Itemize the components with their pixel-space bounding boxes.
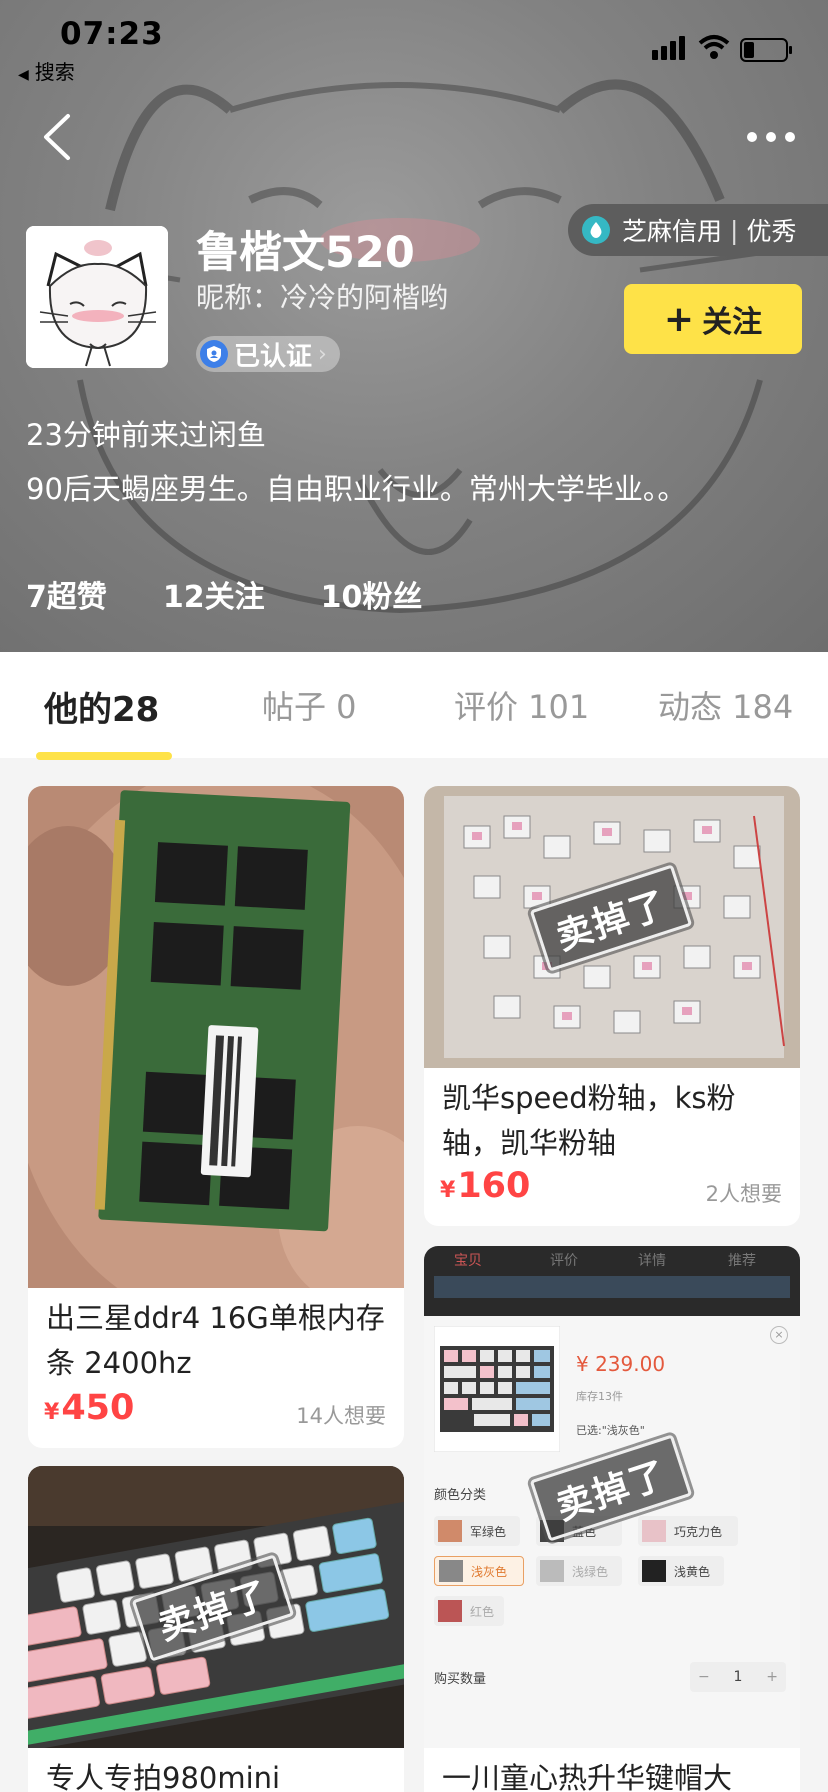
- back-app-label: 搜索: [34, 60, 75, 84]
- verified-label: 已认证: [234, 341, 313, 372]
- screenshot-color-option: 巧克力色: [638, 1516, 738, 1546]
- screenshot-qty-stepper: −1 +: [690, 1662, 786, 1692]
- screenshot-color-option: 浅黄色: [638, 1556, 724, 1586]
- nickname: 昵称：冷冷的阿楷哟: [196, 281, 449, 314]
- currency-symbol: ¥: [440, 1178, 456, 1203]
- tab-reviews[interactable]: 评价 101: [454, 682, 589, 728]
- screenshot-color-option: 军绿色: [434, 1516, 520, 1546]
- item-card-keycaps[interactable]: 宝贝 评价 详情 推荐 ¥ 239.00 库存13件 已选:"浅灰色" × 颜色…: [424, 1246, 800, 1792]
- item-image-ram: [28, 786, 404, 1288]
- screenshot-selected: 已选:"浅灰色": [576, 1424, 645, 1437]
- screenshot-tab: 宝贝: [454, 1253, 482, 1269]
- sesame-credit-icon: [582, 216, 610, 244]
- credit-label: 芝麻信用: [622, 217, 723, 246]
- wifi-icon: [698, 35, 730, 59]
- screenshot-price: ¥ 239.00: [576, 1352, 666, 1376]
- profile-header: 07:23 ◀ 搜索 鲁楷文520 昵称：冷冷的阿楷哟 已认证 › 芝麻信用 |…: [0, 0, 828, 652]
- item-title: 凯华speed粉轴，ks粉轴，凯华粉轴: [442, 1081, 736, 1160]
- item-wants: 2人想要: [705, 1182, 782, 1206]
- credit-level: 优秀: [746, 217, 797, 246]
- item-wants: 14人想要: [296, 1404, 386, 1428]
- plus-icon: +: [663, 298, 695, 340]
- close-icon: ×: [770, 1326, 788, 1344]
- item-card-ram[interactable]: 出三星ddr4 16G单根内存条 2400hz ¥450 14人想要: [28, 786, 404, 1448]
- cat-avatar-image: [26, 226, 168, 368]
- verified-shield-icon: [200, 340, 228, 368]
- screenshot-qty-label: 购买数量: [434, 1672, 487, 1687]
- username: 鲁楷文520: [196, 228, 415, 278]
- item-title: 专人专拍980mini: [46, 1761, 281, 1792]
- item-card-keyboard[interactable]: 卖掉了 专人专拍980mini: [28, 1466, 404, 1792]
- last-seen-text: 23分钟前来过闲鱼: [26, 418, 266, 452]
- price-value: 450: [61, 1388, 135, 1428]
- profile-tabs: 他的28 帖子 0 评价 101 动态 184: [0, 652, 828, 760]
- item-card-switches[interactable]: 卖掉了 凯华speed粉轴，ks粉轴，凯华粉轴 ¥160 2人想要: [424, 786, 800, 1226]
- screenshot-color-option: 红色: [434, 1596, 504, 1626]
- back-arrow-icon[interactable]: [40, 112, 74, 162]
- screenshot-stock: 库存13件: [576, 1390, 623, 1403]
- stat-followers[interactable]: 10粉丝: [321, 572, 423, 616]
- currency-symbol: ¥: [44, 1400, 60, 1425]
- profile-stats: 7超赞 12关注 10粉丝: [26, 572, 422, 616]
- battery-icon: [740, 38, 792, 62]
- price-value: 160: [457, 1166, 531, 1206]
- credit-separator: |: [730, 215, 739, 245]
- avatar[interactable]: [26, 226, 168, 368]
- cellular-signal-icon: [652, 36, 685, 60]
- bio-text: 90后天蝎座男生。自由职业行业。常州大学毕业。。: [26, 472, 687, 506]
- sesame-credit-badge[interactable]: 芝麻信用 | 优秀: [568, 204, 828, 256]
- back-to-search[interactable]: ◀ 搜索: [18, 56, 75, 85]
- back-triangle-icon: ◀: [18, 67, 29, 83]
- status-time: 07:23: [60, 16, 164, 52]
- more-options-icon[interactable]: [746, 126, 796, 148]
- screenshot-tab: 推荐: [728, 1253, 756, 1269]
- tab-posts[interactable]: 帖子 0: [262, 682, 357, 728]
- screenshot-dim-header: 宝贝 评价 详情 推荐: [424, 1246, 800, 1316]
- status-bar: 07:23 ◀ 搜索: [0, 0, 828, 84]
- screenshot-bar: [434, 1276, 790, 1298]
- screenshot-color-option-selected: 浅灰色: [434, 1556, 524, 1586]
- screenshot-color-option: 浅绿色: [536, 1556, 622, 1586]
- follow-button[interactable]: + 关注: [624, 284, 802, 354]
- stat-following[interactable]: 12关注: [163, 572, 265, 616]
- chevron-right-icon: ›: [318, 341, 327, 367]
- item-price: ¥450: [44, 1388, 134, 1428]
- item-title: 一川童心热升华键帽大: [442, 1761, 733, 1792]
- verified-badge[interactable]: 已认证 ›: [196, 336, 340, 372]
- item-title: 出三星ddr4 16G单根内存条 2400hz: [46, 1301, 385, 1380]
- screenshot-tab: 详情: [638, 1253, 666, 1269]
- screenshot-color-label: 颜色分类: [434, 1488, 487, 1503]
- follow-label: 关注: [702, 305, 763, 340]
- stat-likes[interactable]: 7超赞: [26, 572, 107, 616]
- tab-activity[interactable]: 动态 184: [658, 682, 793, 728]
- item-price: ¥160: [440, 1166, 530, 1206]
- screenshot-tab: 评价: [550, 1253, 578, 1269]
- keycap-thumbnail: [434, 1326, 560, 1452]
- tab-items[interactable]: 他的28: [44, 682, 159, 731]
- active-tab-indicator: [36, 752, 172, 760]
